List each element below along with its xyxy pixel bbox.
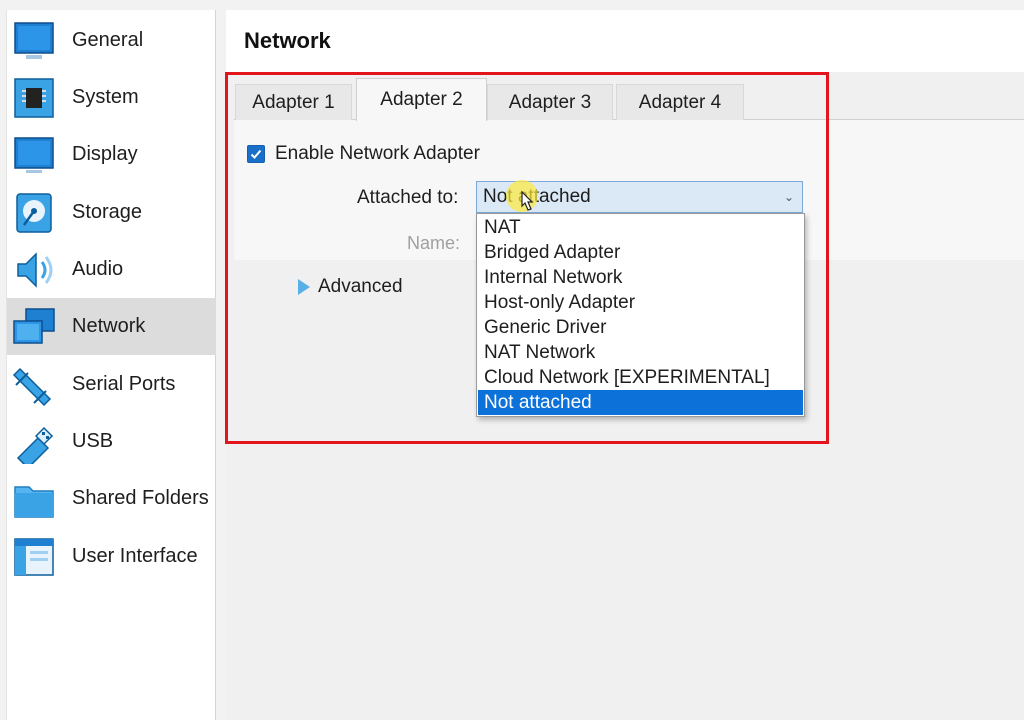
serial-ports-icon [12,367,52,406]
sidebar-item-storage[interactable]: Storage [7,184,216,241]
chevron-down-icon: ⌄ [783,190,794,204]
sidebar-item-display[interactable]: Display [7,126,216,183]
enable-adapter-checkbox[interactable] [247,145,265,163]
sidebar-item-label: Display [72,143,138,165]
sidebar-item-label: Shared Folders [72,487,209,509]
option-cloud-network[interactable]: Cloud Network [EXPERIMENTAL] [478,365,803,390]
option-not-attached[interactable]: Not attached [478,390,803,415]
attached-to-label: Attached to: [357,187,459,208]
settings-sidebar: General System Display Storage Audio Net… [6,10,216,720]
tab-adapter-1[interactable]: Adapter 1 [235,84,352,120]
sidebar-item-system[interactable]: System [7,69,216,126]
usb-icon [16,426,54,464]
storage-icon [16,192,52,233]
option-host-only-adapter[interactable]: Host-only Adapter [478,290,803,315]
option-nat-network[interactable]: NAT Network [478,340,803,365]
enable-adapter-label[interactable]: Enable Network Adapter [275,143,480,165]
shared-folders-icon [14,485,54,518]
sidebar-item-label: Audio [72,258,124,280]
option-nat[interactable]: NAT [478,215,803,240]
sidebar-item-label: User Interface [72,545,198,567]
mouse-pointer-icon [521,190,534,211]
tab-adapter-4[interactable]: Adapter 4 [616,84,744,120]
attached-to-dropdown: NAT Bridged Adapter Internal Network Hos… [476,213,805,417]
option-internal-network[interactable]: Internal Network [478,265,803,290]
page-header [226,10,1024,72]
audio-icon [17,251,53,288]
tab-adapter-2[interactable]: Adapter 2 [356,78,487,121]
network-icon [13,307,55,344]
sidebar-item-label: Storage [72,201,143,223]
sidebar-item-label: System [72,86,139,108]
sidebar-item-label: General [72,29,144,51]
advanced-label: Advanced [318,276,403,297]
user-interface-icon [14,537,54,576]
page-title: Network [244,28,331,53]
sidebar-item-user-interface[interactable]: User Interface [7,528,216,585]
sidebar-item-network[interactable]: Network [7,298,216,355]
sidebar-item-label: Serial Ports [72,373,176,395]
sidebar-item-general[interactable]: General [7,12,216,69]
general-icon [14,21,54,59]
sidebar-item-serial-ports[interactable]: Serial Ports [7,356,216,413]
name-label: Name: [407,233,461,253]
tab-adapter-3[interactable]: Adapter 3 [487,84,613,120]
sidebar-item-label: USB [72,430,114,452]
option-bridged-adapter[interactable]: Bridged Adapter [478,240,803,265]
sidebar-item-label: Network [72,315,146,337]
sidebar-item-usb[interactable]: USB [7,413,216,470]
expand-arrow-icon [298,279,310,295]
option-generic-driver[interactable]: Generic Driver [478,315,803,340]
display-icon [14,136,54,173]
sidebar-item-shared-folders[interactable]: Shared Folders [7,470,216,527]
advanced-toggle[interactable]: Advanced [298,276,403,298]
sidebar-item-audio[interactable]: Audio [7,241,216,298]
system-icon [14,77,54,118]
check-icon [250,149,262,159]
